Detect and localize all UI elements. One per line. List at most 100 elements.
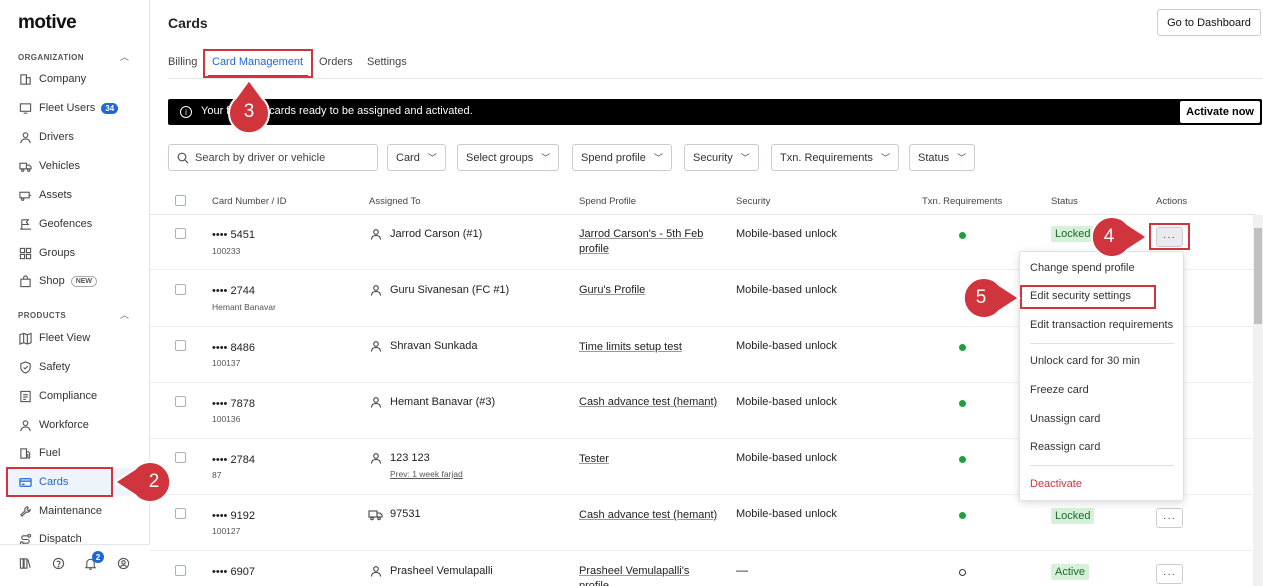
spend-profile-link[interactable]: Cash advance test (hemant) (579, 508, 719, 523)
sidebar-item-compliance[interactable]: Compliance (18, 385, 144, 407)
row-checkbox[interactable] (175, 565, 186, 576)
assigned-to-link[interactable]: Jarrod Carson (#1) (390, 228, 482, 240)
column-header-card-number[interactable]: Card Number / ID (212, 196, 286, 207)
spend-profile-link[interactable]: Tester (579, 452, 719, 467)
menu-divider (1030, 465, 1174, 466)
tab-billing[interactable]: Billing (168, 56, 197, 68)
person-icon (18, 418, 32, 432)
sidebar-item-fleet-users[interactable]: Fleet Users 34 (18, 97, 144, 119)
products-heading: PRODUCTS (18, 311, 67, 320)
row-checkbox[interactable] (175, 396, 186, 407)
sidebar-item-fleet-view[interactable]: Fleet View (18, 327, 144, 349)
scrollbar-thumb[interactable] (1254, 228, 1262, 324)
menu-item-unassign-card[interactable]: Unassign card (1030, 413, 1100, 425)
spend-profile-link[interactable]: Prasheel Vemulapalli's profile (579, 564, 719, 586)
menu-item-edit-transaction-requirements[interactable]: Edit transaction requirements (1030, 319, 1173, 331)
txn-requirement-indicator (959, 456, 966, 463)
status-dropdown[interactable]: Status ﹀ (909, 144, 976, 171)
card-number[interactable]: •••• 2784 (212, 454, 255, 466)
select-groups-dropdown[interactable]: Select groups ﹀ (457, 144, 560, 171)
previous-assignment-link[interactable]: Prev: 1 week farjad (390, 469, 463, 479)
sidebar-item-shop[interactable]: Shop NEW (18, 270, 144, 292)
security-dropdown[interactable]: Security ﹀ (684, 144, 759, 171)
sidebar-item-vehicles[interactable]: Vehicles (18, 155, 144, 177)
txn-requirements-dropdown[interactable]: Txn. Requirements ﹀ (771, 144, 899, 171)
groups-icon (18, 246, 32, 260)
tab-settings[interactable]: Settings (367, 56, 407, 68)
column-header-status[interactable]: Status (1051, 196, 1078, 207)
user-account-icon[interactable] (117, 557, 131, 571)
highlight-cards-nav (6, 467, 113, 497)
menu-item-change-spend-profile[interactable]: Change spend profile (1030, 262, 1135, 274)
security-value: Mobile-based unlock (736, 284, 837, 296)
chevron-down-icon: ﹀ (541, 153, 551, 163)
sidebar-item-geofences[interactable]: Geofences (18, 213, 144, 235)
assigned-to-link[interactable]: 123 123 (390, 452, 430, 464)
status-badge: Locked (1051, 508, 1095, 524)
card-number[interactable]: •••• 8486 (212, 342, 255, 354)
sidebar-item-safety[interactable]: Safety (18, 356, 144, 378)
chevron-up-icon[interactable]: ︿ (120, 50, 129, 63)
library-icon[interactable] (19, 557, 33, 571)
row-checkbox[interactable] (175, 340, 186, 351)
go-to-dashboard-button[interactable]: Go to Dashboard (1157, 9, 1261, 36)
notification-badge: 2 (92, 551, 104, 563)
row-checkbox[interactable] (175, 228, 186, 239)
txn-requirement-indicator (959, 232, 966, 239)
sidebar-footer: 2 (0, 544, 150, 586)
spend-profile-dropdown[interactable]: Spend profile ﹀ (572, 144, 672, 171)
sidebar-item-company[interactable]: Company (18, 68, 144, 90)
security-value: Mobile-based unlock (736, 452, 837, 464)
menu-item-unlock-card[interactable]: Unlock card for 30 min (1030, 355, 1140, 367)
sidebar-item-assets[interactable]: Assets (18, 184, 144, 206)
person-icon (370, 228, 382, 240)
column-header-spend-profile[interactable]: Spend Profile (579, 196, 636, 207)
page-title: Cards (168, 15, 208, 31)
security-value: Mobile-based unlock (736, 508, 837, 520)
chevron-down-icon: ﹀ (957, 153, 967, 163)
callout-number-5: 5 (975, 287, 987, 308)
assigned-to-link[interactable]: Prasheel Vemulapalli (390, 565, 493, 577)
assigned-to-link[interactable]: Shravan Sunkada (390, 340, 477, 352)
assigned-to-link[interactable]: 97531 (390, 508, 421, 520)
column-header-assigned-to[interactable]: Assigned To (369, 196, 421, 207)
callout-number-2: 2 (148, 471, 160, 492)
sidebar-item-workforce[interactable]: Workforce (18, 414, 144, 436)
column-header-security[interactable]: Security (736, 196, 770, 207)
card-number[interactable]: •••• 6907 (212, 566, 255, 578)
card-id: 100127 (212, 526, 241, 536)
card-number[interactable]: •••• 2744 (212, 285, 255, 297)
menu-item-freeze-card[interactable]: Freeze card (1030, 384, 1089, 396)
row-checkbox[interactable] (175, 508, 186, 519)
spend-profile-link[interactable]: Cash advance test (hemant) (579, 395, 719, 410)
card-number[interactable]: •••• 7878 (212, 398, 255, 410)
card-id: 100136 (212, 414, 241, 424)
spend-profile-link[interactable]: Guru's Profile (579, 283, 719, 298)
spend-profile-link[interactable]: Jarrod Carson's - 5th Feb profile (579, 227, 719, 257)
menu-item-reassign-card[interactable]: Reassign card (1030, 441, 1100, 453)
motive-logo[interactable]: motive (18, 12, 77, 34)
select-all-checkbox[interactable] (175, 195, 186, 206)
sidebar-item-drivers[interactable]: Drivers (18, 126, 144, 148)
tab-orders[interactable]: Orders (319, 56, 353, 68)
card-number[interactable]: •••• 9192 (212, 510, 255, 522)
activate-now-button[interactable]: Activate now (1180, 101, 1260, 123)
row-checkbox[interactable] (175, 284, 186, 295)
row-actions-button[interactable]: ··· (1156, 564, 1183, 584)
monitor-icon (18, 101, 32, 115)
card-filter-dropdown[interactable]: Card ﹀ (387, 144, 446, 171)
sidebar-item-groups[interactable]: Groups (18, 242, 144, 264)
chevron-up-icon[interactable]: ︿ (120, 308, 129, 321)
truck-icon (18, 159, 32, 173)
search-input[interactable] (195, 149, 373, 167)
trailer-icon (18, 188, 32, 202)
assigned-to-link[interactable]: Hemant Banavar (#3) (390, 396, 495, 408)
card-number[interactable]: •••• 5451 (212, 229, 255, 241)
row-actions-button[interactable]: ··· (1156, 508, 1183, 528)
column-header-txn-requirements[interactable]: Txn. Requirements (922, 196, 1002, 207)
help-icon[interactable] (52, 557, 66, 571)
map-icon (18, 331, 32, 345)
menu-item-deactivate[interactable]: Deactivate (1030, 478, 1082, 490)
assigned-to-link[interactable]: Guru Sivanesan (FC #1) (390, 284, 509, 296)
spend-profile-link[interactable]: Time limits setup test (579, 340, 719, 355)
